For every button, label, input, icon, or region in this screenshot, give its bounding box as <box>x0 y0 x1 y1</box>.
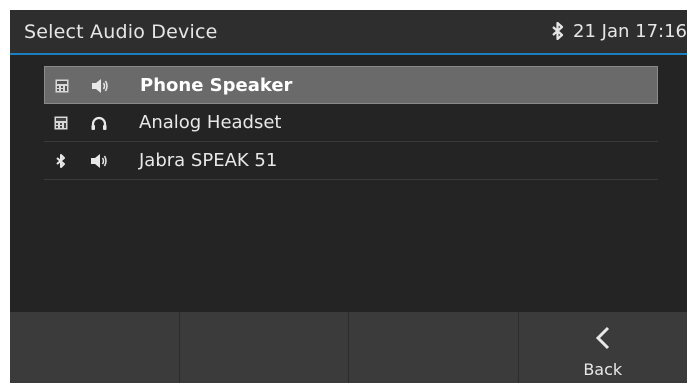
bluetooth-icon <box>56 154 65 168</box>
phone-icon <box>54 116 68 130</box>
device-label: Jabra SPEAK 51 <box>139 150 278 171</box>
chevron-left-icon <box>595 326 609 350</box>
page-title: Select Audio Device <box>24 21 218 43</box>
softkey-bar: Back <box>10 312 687 383</box>
softkey-1[interactable] <box>10 312 180 383</box>
device-row-analog-headset[interactable]: Analog Headset <box>44 104 658 142</box>
phone-screen: Select Audio Device 21 Jan 17:16 Phone S… <box>10 10 687 383</box>
device-row-phone-speaker[interactable]: Phone Speaker <box>44 66 658 104</box>
headset-icon <box>91 116 107 130</box>
bluetooth-icon <box>552 22 564 40</box>
title-bar: Select Audio Device 21 Jan 17:16 <box>10 10 687 55</box>
datetime: 21 Jan 17:16 <box>573 21 687 42</box>
back-button[interactable]: Back <box>519 312 687 383</box>
audio-device-list: Phone Speaker Analog Headset Jabra SPEAK… <box>44 66 658 180</box>
device-row-jabra-speak[interactable]: Jabra SPEAK 51 <box>44 142 658 180</box>
device-label: Analog Headset <box>139 112 282 133</box>
back-label: Back <box>583 360 623 379</box>
status-area: 21 Jan 17:16 <box>551 21 687 42</box>
softkey-3[interactable] <box>349 312 519 383</box>
phone-icon <box>55 79 69 93</box>
softkey-2[interactable] <box>180 312 349 383</box>
speaker-icon <box>91 154 107 168</box>
speaker-icon <box>92 79 108 93</box>
device-label: Phone Speaker <box>140 75 293 96</box>
